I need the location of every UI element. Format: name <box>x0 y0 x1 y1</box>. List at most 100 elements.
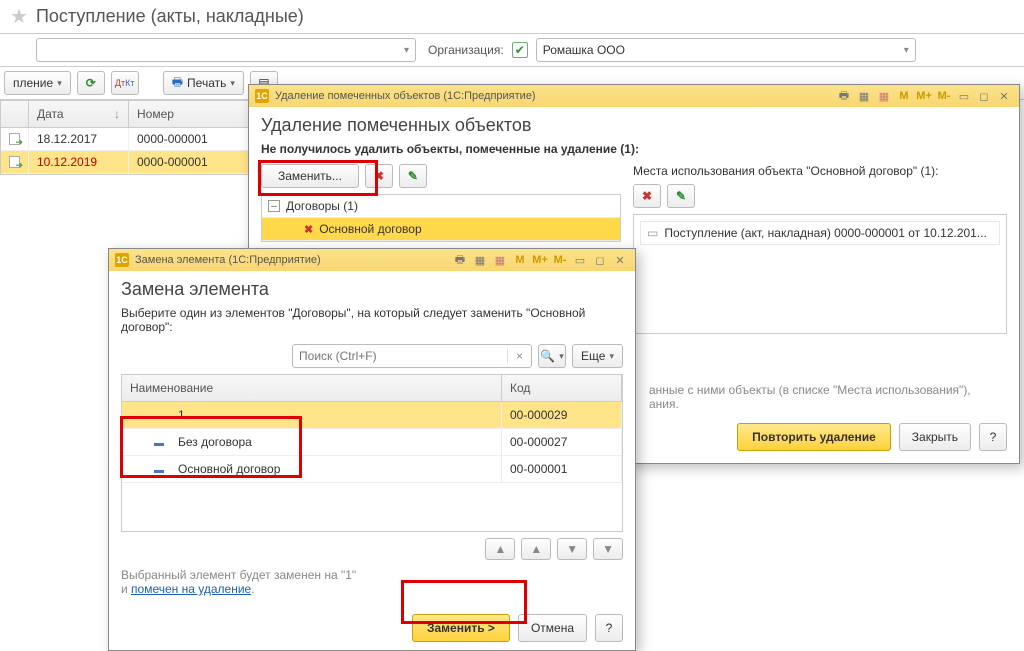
col-name-header[interactable]: Наименование <box>122 375 502 401</box>
cell-name: ▬1 <box>122 402 502 429</box>
replace-footer-text: Выбранный элемент будет заменен на "1" и… <box>121 568 623 596</box>
nav-up-button[interactable]: ▲ <box>521 538 551 560</box>
maximize-icon[interactable]: ◻ <box>975 88 993 104</box>
cancel-button[interactable]: Отмена <box>518 614 587 642</box>
usage-edit-button[interactable]: ✎ <box>667 184 695 208</box>
usage-item-label: Поступление (акт, накладная) 0000-000001… <box>664 226 987 240</box>
item-icon: ▬ <box>154 465 164 476</box>
calendar-icon[interactable]: ▦ <box>491 252 509 268</box>
org-combo[interactable]: Ромашка ООО ▾ <box>536 38 916 62</box>
mem-mplus[interactable]: M+ <box>915 88 933 104</box>
delete-hint-text: анные с ними объекты (в списке "Места ис… <box>649 383 1007 411</box>
minimize-icon[interactable]: ▭ <box>571 252 589 268</box>
replace-confirm-button[interactable]: Заменить > <box>412 614 510 642</box>
print-dropdown[interactable]: 🖶 Печать▾ <box>163 71 244 95</box>
help-button[interactable]: ? <box>979 423 1007 451</box>
close-icon[interactable]: ✕ <box>995 88 1013 104</box>
cell-code: 00-000001 <box>502 456 622 483</box>
delete-mark-icon: ✖ <box>374 169 384 183</box>
usage-panel: ▭ Поступление (акт, накладная) 0000-0000… <box>633 214 1007 334</box>
replace-grid-header: Наименование Код <box>121 374 623 402</box>
table-row[interactable]: 18.12.20170000-000001 <box>1 128 259 151</box>
list-item[interactable]: ▬100-000029 <box>122 402 622 429</box>
delete-dialog-title-text: Удаление помеченных объектов (1С:Предпри… <box>275 90 536 102</box>
refresh-icon: ⟳ <box>86 76 96 90</box>
search-input[interactable] <box>293 349 507 363</box>
replace-grid: ▬100-000029▬Без договора00-000027▬Основн… <box>121 402 623 532</box>
filter-bar: ▾ Организация: ✔ Ромашка ООО ▾ <box>0 34 1024 67</box>
cell-number: 0000-000001 <box>129 128 249 150</box>
pencil-icon: ✎ <box>676 189 686 203</box>
calendar-icon[interactable]: ▦ <box>875 88 893 104</box>
help-button[interactable]: ? <box>595 614 623 642</box>
nav-first-button[interactable]: ▲ <box>485 538 515 560</box>
refresh-button[interactable]: ⟳ <box>77 71 105 95</box>
minimize-icon[interactable]: ▭ <box>955 88 973 104</box>
edit-button[interactable]: ✎ <box>399 164 427 188</box>
clear-search-icon[interactable]: × <box>507 349 531 363</box>
app-logo-icon: 1C <box>255 89 269 103</box>
usage-delete-button[interactable]: ✖ <box>633 184 661 208</box>
print-icon[interactable]: 🖶 <box>835 88 853 104</box>
grid-header: Дата↓ Номер <box>1 101 259 128</box>
grid-icon[interactable]: ▦ <box>471 252 489 268</box>
cell-date: 18.12.2017 <box>29 128 129 150</box>
delete-mark-icon: ✖ <box>642 189 652 203</box>
mem-mminus[interactable]: M- <box>935 88 953 104</box>
col-date-header[interactable]: Дата↓ <box>29 101 129 127</box>
usage-item-row[interactable]: ▭ Поступление (акт, накладная) 0000-0000… <box>640 221 1000 245</box>
delete-dialog-heading: Удаление помеченных объектов <box>261 115 1007 136</box>
replace-instruction: Выберите один из элементов "Договоры", н… <box>121 306 623 334</box>
col-number-header[interactable]: Номер <box>129 101 249 127</box>
tree-group-label: Договоры (1) <box>286 199 358 213</box>
pencil-icon: ✎ <box>408 169 418 183</box>
item-icon: ▬ <box>154 411 164 422</box>
table-row[interactable]: 10.12.20190000-000001 <box>1 151 259 174</box>
mem-m[interactable]: M <box>511 252 529 268</box>
close-icon[interactable]: ✕ <box>611 252 629 268</box>
item-icon: ▬ <box>154 438 164 449</box>
close-button[interactable]: Закрыть <box>899 423 971 451</box>
nav-last-button[interactable]: ▼ <box>593 538 623 560</box>
app-logo-icon: 1C <box>115 253 129 267</box>
document-icon: ▭ <box>647 226 658 240</box>
dt-kt-button[interactable]: ДтКт <box>111 71 139 95</box>
cell-name: ▬Основной договор <box>122 456 502 483</box>
replace-dialog-heading: Замена элемента <box>121 279 623 300</box>
col-code-header[interactable]: Код <box>502 375 622 401</box>
replace-button[interactable]: Заменить... <box>261 164 359 188</box>
collapse-icon[interactable]: – <box>268 200 280 212</box>
list-item[interactable]: ▬Основной договор00-000001 <box>122 456 622 483</box>
nav-arrows: ▲ ▲ ▼ ▼ <box>121 538 623 560</box>
printer-icon: 🖶 <box>172 73 183 94</box>
search-button[interactable]: 🔍▾ <box>538 344 566 368</box>
search-icon: 🔍 <box>540 349 555 363</box>
list-item[interactable]: ▬Без договора00-000027 <box>122 429 622 456</box>
maximize-icon[interactable]: ◻ <box>591 252 609 268</box>
mem-m[interactable]: M <box>895 88 913 104</box>
grid-icon[interactable]: ▦ <box>855 88 873 104</box>
org-value: Ромашка ООО <box>543 43 625 57</box>
favorite-star-icon[interactable]: ★ <box>10 4 28 29</box>
tree-group-row[interactable]: – Договоры (1) <box>262 195 620 218</box>
repeat-delete-button[interactable]: Повторить удаление <box>737 423 891 451</box>
replace-dialog-title-text: Замена элемента (1С:Предприятие) <box>135 254 321 266</box>
print-icon[interactable]: 🖶 <box>451 252 469 268</box>
mem-mplus[interactable]: M+ <box>531 252 549 268</box>
update-dropdown[interactable]: пление▾ <box>4 71 71 95</box>
delete-marker-icon: ✖ <box>304 223 313 236</box>
cell-number: 0000-000001 <box>129 151 249 173</box>
nav-down-button[interactable]: ▼ <box>557 538 587 560</box>
delete-mark-button[interactable]: ✖ <box>365 164 393 188</box>
document-icon <box>9 156 20 168</box>
filter-combo-1[interactable]: ▾ <box>36 38 416 62</box>
replace-dialog-titlebar: 1C Замена элемента (1С:Предприятие) 🖶 ▦ … <box>109 249 635 271</box>
org-checkbox[interactable]: ✔ <box>512 42 528 58</box>
tree-item-row[interactable]: ✖ Основной договор <box>262 218 620 241</box>
mark-for-delete-link[interactable]: помечен на удаление <box>131 582 251 596</box>
mem-mminus[interactable]: M- <box>551 252 569 268</box>
objects-tree: – Договоры (1) ✖ Основной договор <box>261 194 621 242</box>
document-icon <box>9 133 20 145</box>
more-dropdown[interactable]: Еще▾ <box>572 344 623 368</box>
cell-code: 00-000027 <box>502 429 622 456</box>
